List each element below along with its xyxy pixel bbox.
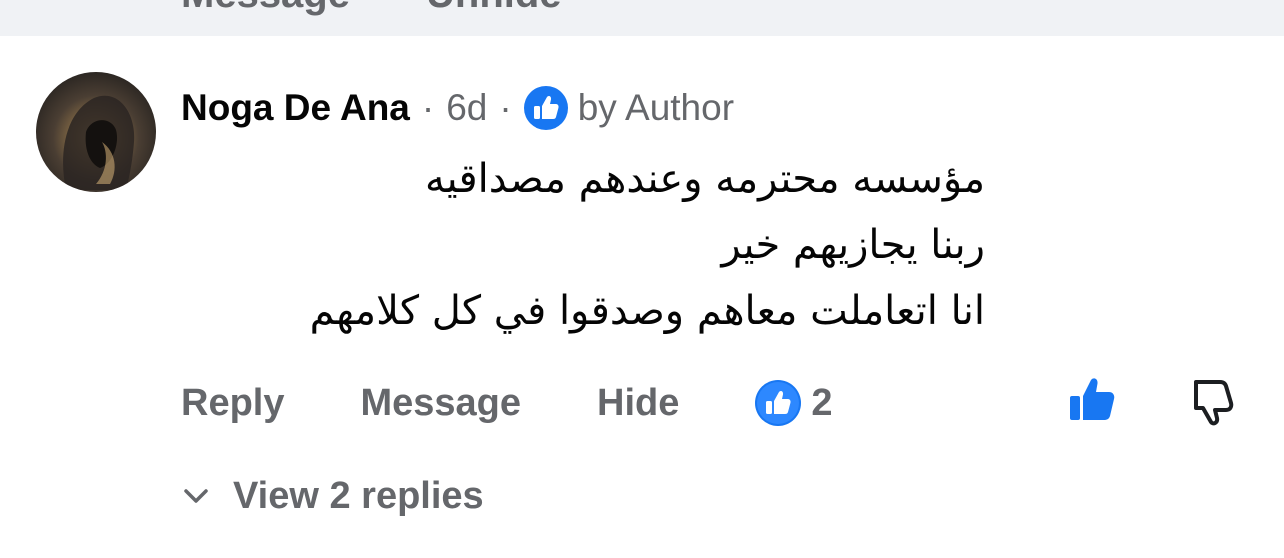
view-replies-label: View 2 replies xyxy=(233,474,484,517)
author-name[interactable]: Noga De Ana xyxy=(181,87,410,129)
chevron-down-icon xyxy=(184,489,208,503)
hide-button[interactable]: Hide xyxy=(597,382,679,425)
prev-message-button[interactable]: Message xyxy=(181,0,350,17)
previous-comment-actions: Message Unhide xyxy=(0,0,1284,36)
comment-line: ربنا يجازيهم خير xyxy=(721,222,985,268)
comment-actions: Reply Message Hide 2 xyxy=(181,380,833,426)
comment-header: Noga De Ana · 6d · by Author xyxy=(181,84,734,132)
like-reaction-icon xyxy=(755,380,802,426)
avatar-hooded-figure-image xyxy=(63,95,135,190)
reaction-count: 2 xyxy=(811,381,833,424)
message-button[interactable]: Message xyxy=(360,382,521,425)
thumbs-up-badge-icon xyxy=(523,86,568,130)
comment-timestamp[interactable]: 6d xyxy=(446,87,487,129)
author-badge-label: by Author xyxy=(577,87,735,128)
comment-text: مؤسسه محترمه وعندهم مصداقيه ربنا يجازيهم… xyxy=(150,146,985,344)
reaction-summary[interactable]: 2 xyxy=(755,380,833,426)
comment-line: مؤسسه محترمه وعندهم مصداقيه xyxy=(425,156,985,202)
avatar[interactable] xyxy=(36,72,156,192)
thumbs-down-icon[interactable] xyxy=(1186,376,1238,428)
prev-unhide-button[interactable]: Unhide xyxy=(426,0,562,17)
view-replies-link[interactable]: View 2 replies xyxy=(181,474,484,518)
thumbs-up-icon[interactable] xyxy=(1066,374,1118,426)
separator-dot: · xyxy=(499,87,512,128)
separator-dot: · xyxy=(421,87,435,128)
comment-line: انا اتعاملت معاهم وصدقوا في كل كلامهم xyxy=(309,288,985,334)
reply-button[interactable]: Reply xyxy=(181,382,284,425)
